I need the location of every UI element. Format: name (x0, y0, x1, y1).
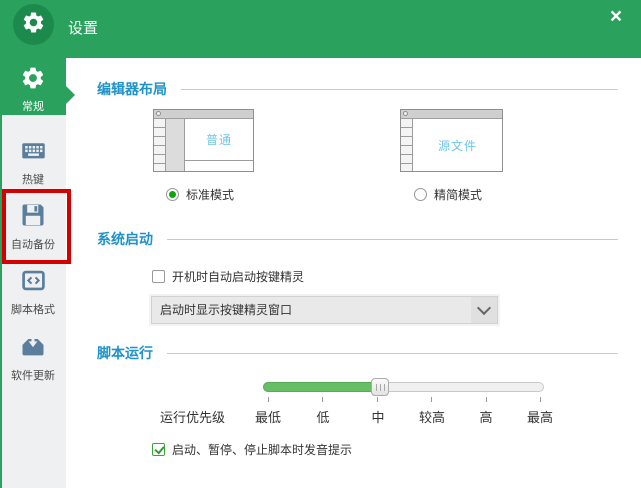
section-script-run: 脚本运行 (97, 343, 618, 363)
preview-label: 普通 (185, 119, 253, 160)
close-icon[interactable]: × (605, 6, 627, 28)
preview-window-dot (156, 111, 161, 116)
section-divider (167, 239, 618, 240)
priority-level-label: 较高 (419, 407, 445, 426)
section-system-startup: 系统启动 (97, 229, 618, 249)
select-value: 启动时显示按键精灵窗口 (160, 297, 292, 323)
sidebar-item-auto-backup[interactable]: 自动备份 (0, 201, 66, 252)
active-item-notch (66, 86, 75, 104)
radio-label: 精简模式 (434, 186, 482, 203)
sidebar-item-software-update[interactable]: 软件更新 (0, 332, 66, 383)
preview-label: 源文件 (413, 119, 502, 171)
sidebar-item-label: 自动备份 (0, 236, 66, 252)
window-title: 设置 (68, 0, 98, 58)
checkbox-label: 启动、暂停、停止脚本时发音提示 (172, 441, 352, 458)
sidebar-item-hotkeys[interactable]: 热键 (0, 137, 66, 187)
preview-toolbar-strip (401, 119, 413, 171)
sidebar-item-label: 常规 (0, 98, 66, 114)
title-bar: 设置 × (0, 0, 641, 58)
gear-icon (20, 65, 46, 96)
code-brackets-icon (20, 267, 47, 299)
preview-side-panel (166, 119, 185, 171)
layout-preview-source[interactable]: 源文件 (400, 109, 503, 172)
checkbox-icon[interactable] (152, 443, 165, 456)
section-title: 脚本运行 (97, 343, 153, 363)
checkbox-autostart[interactable]: 开机时自动启动按键精灵 (152, 268, 304, 285)
app-logo (13, 4, 54, 45)
priority-level-label: 最高 (527, 407, 553, 426)
section-divider (181, 89, 618, 90)
radio-label: 标准模式 (186, 186, 234, 203)
slider-grip-icon (376, 384, 385, 391)
section-title: 编辑器布局 (97, 79, 167, 99)
preview-toolbar-strip (154, 119, 166, 171)
sidebar-item-script-format[interactable]: 脚本格式 (0, 267, 66, 317)
radio-icon[interactable] (414, 188, 427, 201)
sidebar-item-general[interactable]: 常规 (0, 58, 66, 115)
priority-level-label: 最低 (255, 407, 281, 426)
priority-level-label: 低 (316, 407, 329, 426)
checkbox-sound-prompt[interactable]: 启动、暂停、停止脚本时发音提示 (152, 441, 352, 458)
priority-slider-handle[interactable] (371, 378, 389, 396)
section-divider (167, 353, 618, 354)
gear-icon (21, 10, 46, 40)
priority-caption: 运行优先级 (160, 407, 225, 426)
checkbox-label: 开机时自动启动按键精灵 (172, 268, 304, 285)
radio-icon[interactable] (166, 188, 179, 201)
section-editor-layout: 编辑器布局 (97, 79, 618, 99)
select-chevron-box[interactable] (471, 297, 497, 323)
software-update-icon (19, 332, 47, 365)
sidebar-item-label: 脚本格式 (0, 301, 66, 317)
preview-statusbar (185, 160, 253, 171)
checkbox-icon[interactable] (152, 270, 165, 283)
layout-preview-normal[interactable]: 普通 (153, 109, 254, 172)
priority-level-label: 中 (371, 407, 384, 426)
startup-window-select[interactable]: 启动时显示按键精灵窗口 (151, 296, 498, 324)
preview-titlebar (154, 110, 253, 119)
floppy-disk-icon (19, 201, 47, 234)
keyboard-icon (20, 137, 47, 169)
settings-window: 设置 × 常规 热键 (0, 0, 641, 488)
chevron-down-icon (477, 301, 491, 315)
priority-slider-fill (263, 382, 381, 392)
priority-level-label: 高 (479, 407, 492, 426)
section-title: 系统启动 (97, 229, 153, 249)
priority-slider-ticks (268, 397, 541, 402)
preview-titlebar (401, 110, 502, 119)
sidebar-item-label: 软件更新 (0, 367, 66, 383)
preview-window-dot (403, 111, 408, 116)
sidebar-item-label: 热键 (0, 171, 66, 187)
radio-simple-mode[interactable]: 精简模式 (414, 186, 482, 203)
radio-standard-mode[interactable]: 标准模式 (166, 186, 234, 203)
